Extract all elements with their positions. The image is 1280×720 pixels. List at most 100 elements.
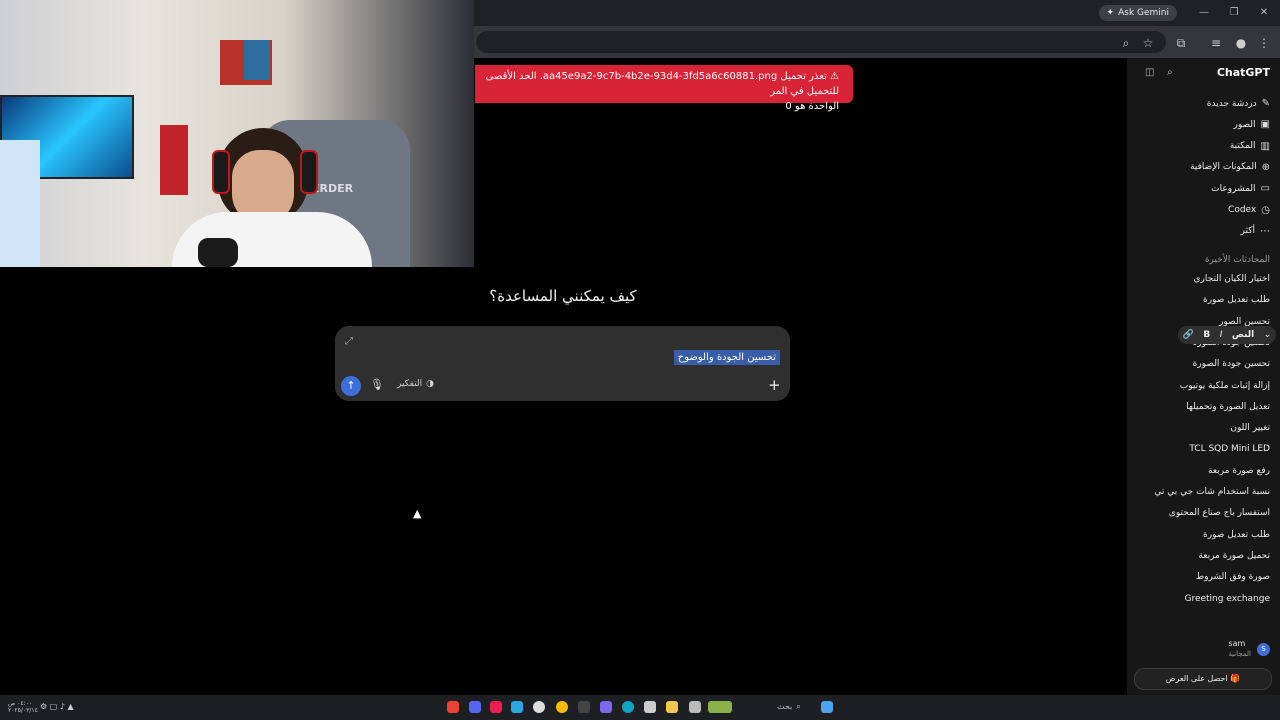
profile-avatar-icon[interactable]: ● xyxy=(1233,35,1249,51)
sidebar-nav-label: الصور xyxy=(1233,119,1256,130)
arrow-up-icon: ↑ xyxy=(346,379,356,392)
user-profile[interactable]: S sam المجانية xyxy=(1228,639,1270,659)
minimize-button[interactable]: — xyxy=(1194,5,1214,21)
gemini-icon: ✦ xyxy=(1106,8,1115,18)
sidebar-nav-item[interactable]: ▥ المكتبة xyxy=(1230,141,1270,152)
folder-icon: ▭ xyxy=(1260,183,1270,195)
chat-history-item[interactable]: تحميل صورة مربعة xyxy=(1198,551,1270,561)
recent-chats-heading: المحادثات الأخيرة xyxy=(1204,255,1270,265)
chat-history-item[interactable]: TCL SQD Mini LED xyxy=(1189,444,1270,454)
chat-history-item[interactable]: طلب تعديل صورة xyxy=(1203,530,1270,540)
sidebar-nav-label: المكونات الإضافية xyxy=(1190,162,1257,173)
pc-case xyxy=(0,140,40,267)
add-attachment-icon[interactable]: + xyxy=(768,376,781,394)
sidebar-nav-label: دردشة جديدة xyxy=(1206,98,1257,109)
more-icon: ⋯ xyxy=(1260,225,1270,237)
sidebar-nav-item[interactable]: ▭ المشروعات xyxy=(1211,183,1270,194)
close-button[interactable]: ✕ xyxy=(1254,5,1274,21)
warning-icon: ⚠ xyxy=(826,71,839,82)
microphone-icon[interactable]: 🎙 xyxy=(370,378,384,391)
composer-input-text[interactable]: تحسين الجودة والوضوح xyxy=(673,350,780,365)
taskbar-search[interactable]: بحث ⌕ xyxy=(777,702,801,712)
wall-poster-2 xyxy=(244,40,270,80)
tray-icons[interactable]: ⚙ ▢ ♪ ▲ xyxy=(40,702,74,711)
get-offer-button[interactable]: 🎁 احصل على العرض xyxy=(1134,668,1272,690)
webcam-overlay: ERDER xyxy=(0,0,474,267)
maximize-button[interactable]: ❐ xyxy=(1224,5,1244,21)
start-button[interactable] xyxy=(821,701,833,713)
app-title[interactable]: ChatGPT xyxy=(1217,66,1270,79)
thinking-toggle[interactable]: التفكير ◑ xyxy=(397,379,434,389)
app-icon-2[interactable] xyxy=(600,701,612,713)
app-icon[interactable] xyxy=(511,701,523,713)
edit-icon: ✎ xyxy=(1261,98,1270,109)
sidebar-nav-item[interactable]: ⋯ أكثر xyxy=(1241,226,1270,237)
search-icon[interactable]: ⌕ xyxy=(1167,67,1173,78)
chat-history-item[interactable]: طلب تعديل صورة xyxy=(1203,295,1270,305)
calendar-app-icon[interactable] xyxy=(644,701,656,713)
sidebar-nav-label: Codex xyxy=(1228,205,1257,215)
chatgpt-app-icon[interactable] xyxy=(533,701,545,713)
sidebar-nav-item[interactable]: ✎ دردشة جديدة xyxy=(1207,98,1270,109)
chat-history-item[interactable]: نسبة استخدام شات جي بي تي xyxy=(1154,487,1270,497)
sidebar-nav-label: المشروعات xyxy=(1211,183,1256,194)
send-button[interactable]: ↑ xyxy=(341,376,361,396)
media-icon[interactable]: ≡ xyxy=(1208,35,1224,51)
mouse-cursor-icon: ▲ xyxy=(413,507,422,520)
flag xyxy=(160,125,188,195)
microphone xyxy=(198,238,238,267)
chat-history-item[interactable]: Greeting exchange xyxy=(1184,594,1270,604)
user-name: sam xyxy=(1228,639,1246,648)
italic-button[interactable]: I xyxy=(1220,330,1223,340)
chat-composer[interactable]: ⤢ تحسين الجودة والوضوح ↑ 🎙 التفكير ◑ + xyxy=(335,326,790,401)
browser-menu-icon[interactable]: ⋮ xyxy=(1256,35,1272,51)
sidebar-nav-item[interactable]: ◷ Codex xyxy=(1228,205,1270,216)
plugins-icon: ⊕ xyxy=(1261,161,1270,173)
chat-history-item[interactable]: استفسار باج صناع المحتوى xyxy=(1169,508,1270,518)
ask-gemini-button[interactable]: ✦ Ask Gemini xyxy=(1098,5,1177,21)
avatar: S xyxy=(1257,642,1270,656)
headphone-right xyxy=(300,150,318,194)
chat-history-item[interactable]: رفع صورة مربعة xyxy=(1208,466,1270,476)
edge-app-icon[interactable] xyxy=(622,701,634,713)
chat-history-item[interactable]: اختيار الكيان التجاري xyxy=(1194,274,1271,284)
taskbar-clock[interactable]: ٠٤:٠٠ ص ٢٠٢٥/٠٣/١٤ xyxy=(8,700,38,714)
upload-error-toast: ⚠ تعذر تحميل aa45e9a2-9c7b-4b2e-93d4-3fd… xyxy=(475,65,853,112)
search-icon: ⌕ xyxy=(796,702,801,711)
extensions-icon[interactable]: ⧉ xyxy=(1173,35,1189,51)
chrome-app-icon[interactable] xyxy=(447,701,459,713)
address-bar[interactable] xyxy=(476,31,1166,53)
widgets-icon[interactable] xyxy=(708,701,732,713)
chat-history-item[interactable]: تغيير اللون xyxy=(1230,423,1270,433)
page-greeting: كيف يمكنني المساعدة؟ xyxy=(489,287,637,305)
chrome-app-icon-2[interactable] xyxy=(556,701,568,713)
link-icon[interactable]: 🔗 xyxy=(1183,330,1194,340)
chat-history-item[interactable]: صورة وفق الشروط xyxy=(1196,572,1270,582)
sidebar-nav-item[interactable]: ⊕ المكونات الإضافية xyxy=(1190,162,1270,173)
expand-icon[interactable]: ⤢ xyxy=(345,336,353,347)
chat-history-item[interactable]: تعديل الصورة وتحميلها xyxy=(1186,402,1270,412)
chat-history-item[interactable]: إزالة إثبات ملكية يوتيوب xyxy=(1180,381,1270,391)
chevron-down-icon: ⌄ xyxy=(1263,330,1272,340)
toggle-sidebar-icon[interactable]: ◫ xyxy=(1145,67,1154,78)
sidebar-nav-label: المكتبة xyxy=(1229,141,1256,152)
chat-history-item[interactable]: تحسين جودة الصورة xyxy=(1193,359,1270,369)
discord-app-icon[interactable] xyxy=(469,701,481,713)
gift-icon: 🎁 xyxy=(1227,674,1241,683)
codex-icon: ◷ xyxy=(1261,204,1270,216)
library-icon: ▥ xyxy=(1260,140,1270,152)
tiktok-app-icon[interactable] xyxy=(490,701,502,713)
image-icon: ▣ xyxy=(1260,119,1270,131)
headphone-left xyxy=(212,150,230,194)
thinking-icon: ◑ xyxy=(426,379,435,389)
user-plan: المجانية xyxy=(1228,650,1251,658)
bookmark-star-icon[interactable]: ☆ xyxy=(1140,35,1156,51)
zoom-icon[interactable]: ⌕ xyxy=(1118,35,1134,51)
file-explorer-icon[interactable] xyxy=(666,701,678,713)
bold-button[interactable]: B xyxy=(1203,330,1210,340)
terminal-app-icon[interactable] xyxy=(578,701,590,713)
text-style-dropdown[interactable]: النص xyxy=(1232,330,1254,340)
app-icon-3[interactable] xyxy=(689,701,701,713)
sidebar-nav-item[interactable]: ▣ الصور xyxy=(1234,119,1271,130)
windows-taskbar xyxy=(0,695,1280,720)
